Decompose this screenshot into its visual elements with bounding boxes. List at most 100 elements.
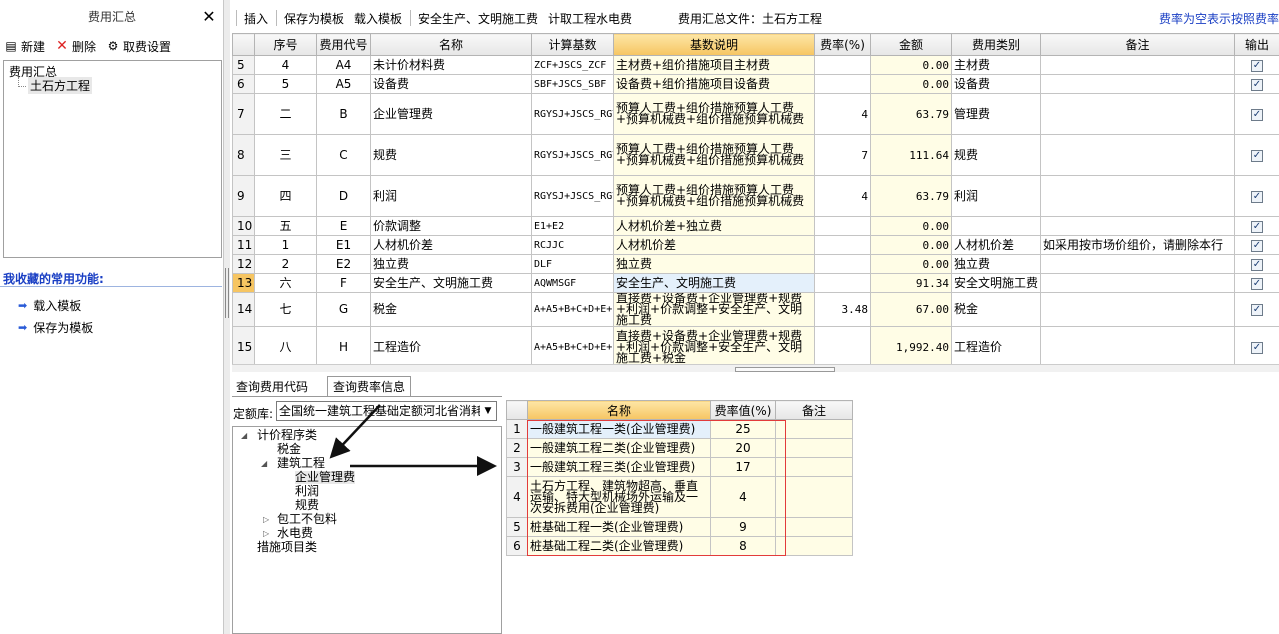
seq-cell[interactable]: 五 <box>254 216 317 236</box>
output-checkbox[interactable]: ✓ <box>1251 277 1263 290</box>
name-cell[interactable]: 人材机价差 <box>370 235 532 255</box>
col-header-note[interactable]: 备注 <box>1040 33 1235 56</box>
table-row[interactable]: 6 5 A5 设备费 SBF+JSCS_SBF 设备费+组价措施项目设备费 0.00 设备费 ✓ <box>232 74 1279 94</box>
table-row[interactable]: 7二B企业管理费RGYSJ+JSCS_RGYSJ+JXYSJ+JSCS_JXYS… <box>232 93 1279 135</box>
base-cell[interactable]: RGYSJ+JSCS_RGYSJ+JXYSJ+JSCS_JXYSJ <box>531 175 614 217</box>
col-header-desc[interactable]: 基数说明 <box>613 33 815 56</box>
rate-cell[interactable]: 4 <box>814 175 871 217</box>
tree-item-measures[interactable]: 措施项目类 <box>257 541 317 554</box>
amount-cell[interactable]: 0.00 <box>870 235 952 255</box>
output-cell[interactable]: ✓ <box>1234 93 1279 135</box>
output-checkbox[interactable]: ✓ <box>1251 190 1263 203</box>
rate-cell[interactable] <box>814 326 871 368</box>
rate-hint-link[interactable]: 费率为空表示按照费率 <box>1159 10 1279 27</box>
tree-item-pricing-program[interactable]: 计价程序类 <box>257 429 317 442</box>
tree-item-tax[interactable]: 税金 <box>277 443 301 456</box>
note-cell[interactable] <box>1040 93 1235 135</box>
amount-cell[interactable]: 63.79 <box>870 93 952 135</box>
quota-lib-select[interactable]: 全国统一建筑工程基础定额河北省消耗 ▼ <box>276 401 497 421</box>
output-cell[interactable]: ✓ <box>1234 326 1279 368</box>
base-cell[interactable]: RCJJC <box>531 235 614 255</box>
rate-cell[interactable]: 7 <box>814 134 871 176</box>
category-cell[interactable]: 利润 <box>951 175 1041 217</box>
name-cell[interactable]: 独立费 <box>370 254 532 274</box>
rate-index-cell[interactable]: 3 <box>506 457 528 477</box>
rate-note-cell[interactable] <box>775 457 853 477</box>
desc-cell[interactable]: 安全生产、文明施工费 <box>613 273 815 293</box>
category-cell[interactable]: 人材机价差 <box>951 235 1041 255</box>
rate-index-cell[interactable]: 1 <box>506 419 528 439</box>
note-cell[interactable] <box>1040 74 1235 94</box>
col-header-seq[interactable]: 序号 <box>254 33 317 56</box>
category-cell[interactable]: 独立费 <box>951 254 1041 274</box>
col-header-output[interactable]: 输出 <box>1234 33 1279 56</box>
row-index-cell[interactable]: 10 <box>232 216 255 236</box>
seq-cell[interactable]: 六 <box>254 273 317 293</box>
base-cell[interactable]: ZCF+JSCS_ZCF <box>531 55 614 75</box>
seq-cell[interactable]: 七 <box>254 292 317 327</box>
rate-value-cell[interactable]: 17 <box>710 457 776 477</box>
rate-name-cell[interactable]: 一般建筑工程三类(企业管理费) <box>527 457 711 477</box>
seq-cell[interactable]: 八 <box>254 326 317 368</box>
output-checkbox[interactable]: ✓ <box>1251 108 1263 121</box>
table-row[interactable]: 10 五 E 价款调整 E1+E2 人材机价差+独立费 0.00 ✓ <box>232 216 1279 236</box>
output-checkbox[interactable]: ✓ <box>1251 220 1263 233</box>
row-index-cell[interactable]: 11 <box>232 235 255 255</box>
col-header-code[interactable]: 费用代号 <box>316 33 371 56</box>
table-row[interactable]: 9四D利润RGYSJ+JSCS_RGYSJ+JXYSJ+JSCS_JXYSJ预算… <box>232 175 1279 217</box>
desc-cell[interactable]: 预算人工费+组价措施预算人工费+预算机械费+组价措施预算机械费 <box>613 134 815 176</box>
save-template-button[interactable]: 保存为模板 <box>284 10 344 27</box>
rate-name-cell[interactable]: 土石方工程、建筑物超高、垂直运输、特大型机械场外运输及一次安拆费用(企业管理费) <box>527 476 711 518</box>
tab-query-rate-info[interactable]: 查询费率信息 <box>327 376 412 396</box>
output-checkbox[interactable]: ✓ <box>1251 239 1263 252</box>
note-cell[interactable] <box>1040 292 1235 327</box>
row-index-cell[interactable]: 15 <box>232 326 255 368</box>
name-cell[interactable]: 安全生产、文明施工费 <box>370 273 532 293</box>
code-cell[interactable]: C <box>316 134 371 176</box>
base-cell[interactable]: DLF <box>531 254 614 274</box>
category-cell[interactable]: 主材费 <box>951 55 1041 75</box>
amount-cell[interactable]: 0.00 <box>870 254 952 274</box>
output-cell[interactable]: ✓ <box>1234 292 1279 327</box>
note-cell[interactable] <box>1040 216 1235 236</box>
name-cell[interactable]: 价款调整 <box>370 216 532 236</box>
output-cell[interactable]: ✓ <box>1234 74 1279 94</box>
rate-cell[interactable]: 3.48 <box>814 292 871 327</box>
rate-name-cell[interactable]: 桩基础工程一类(企业管理费) <box>527 517 711 537</box>
note-cell[interactable] <box>1040 134 1235 176</box>
code-cell[interactable]: A5 <box>316 74 371 94</box>
output-checkbox[interactable]: ✓ <box>1251 258 1263 271</box>
expand-icon[interactable]: ▷ <box>263 515 269 524</box>
desc-cell[interactable]: 预算人工费+组价措施预算人工费+预算机械费+组价措施预算机械费 <box>613 93 815 135</box>
code-cell[interactable]: A4 <box>316 55 371 75</box>
table-row[interactable]: 14 七 G 税金 A+A5+B+C+D+E+F 直接费+设备费+企业管理费+规费+利润+… <box>232 292 1279 327</box>
row-index-cell[interactable]: 13 <box>232 273 255 293</box>
desc-cell[interactable]: 设备费+组价措施项目设备费 <box>613 74 815 94</box>
tree-item-earthwork[interactable]: 土石方工程 <box>28 77 93 94</box>
rate-row[interactable]: 6 桩基础工程二类(企业管理费) 8 <box>506 536 853 556</box>
seq-cell[interactable]: 2 <box>254 254 317 274</box>
output-cell[interactable]: ✓ <box>1234 273 1279 293</box>
table-row[interactable]: 15八H工程造价A+A5+B+C+D+E+F+G直接费+设备费+企业管理费+规费… <box>232 326 1279 368</box>
desc-cell[interactable]: 直接费+设备费+企业管理费+规费+利润+价款调整+安全生产、文明施工费 <box>613 292 815 327</box>
code-cell[interactable]: H <box>316 326 371 368</box>
output-cell[interactable]: ✓ <box>1234 175 1279 217</box>
note-cell[interactable] <box>1040 326 1235 368</box>
code-cell[interactable]: B <box>316 93 371 135</box>
new-button[interactable]: ▤ 新建 <box>4 38 45 55</box>
fav-load-template[interactable]: ➡ 载入模板 <box>18 297 81 314</box>
code-cell[interactable]: E <box>316 216 371 236</box>
splitter-grip[interactable] <box>225 268 229 318</box>
note-cell[interactable]: 如采用按市场价组价，请删除本行 <box>1040 235 1235 255</box>
row-index-cell[interactable]: 8 <box>232 134 255 176</box>
category-cell[interactable]: 规费 <box>951 134 1041 176</box>
output-cell[interactable]: ✓ <box>1234 235 1279 255</box>
desc-cell[interactable]: 主材费+组价措施项目主材费 <box>613 55 815 75</box>
output-checkbox[interactable]: ✓ <box>1251 304 1263 316</box>
rate-cell[interactable] <box>814 254 871 274</box>
rate-row[interactable]: 1 一般建筑工程一类(企业管理费) 25 <box>506 419 853 439</box>
amount-cell[interactable]: 63.79 <box>870 175 952 217</box>
rate-row[interactable]: 5 桩基础工程一类(企业管理费) 9 <box>506 517 853 537</box>
category-cell[interactable]: 工程造价 <box>951 326 1041 368</box>
rate-cell[interactable] <box>814 216 871 236</box>
